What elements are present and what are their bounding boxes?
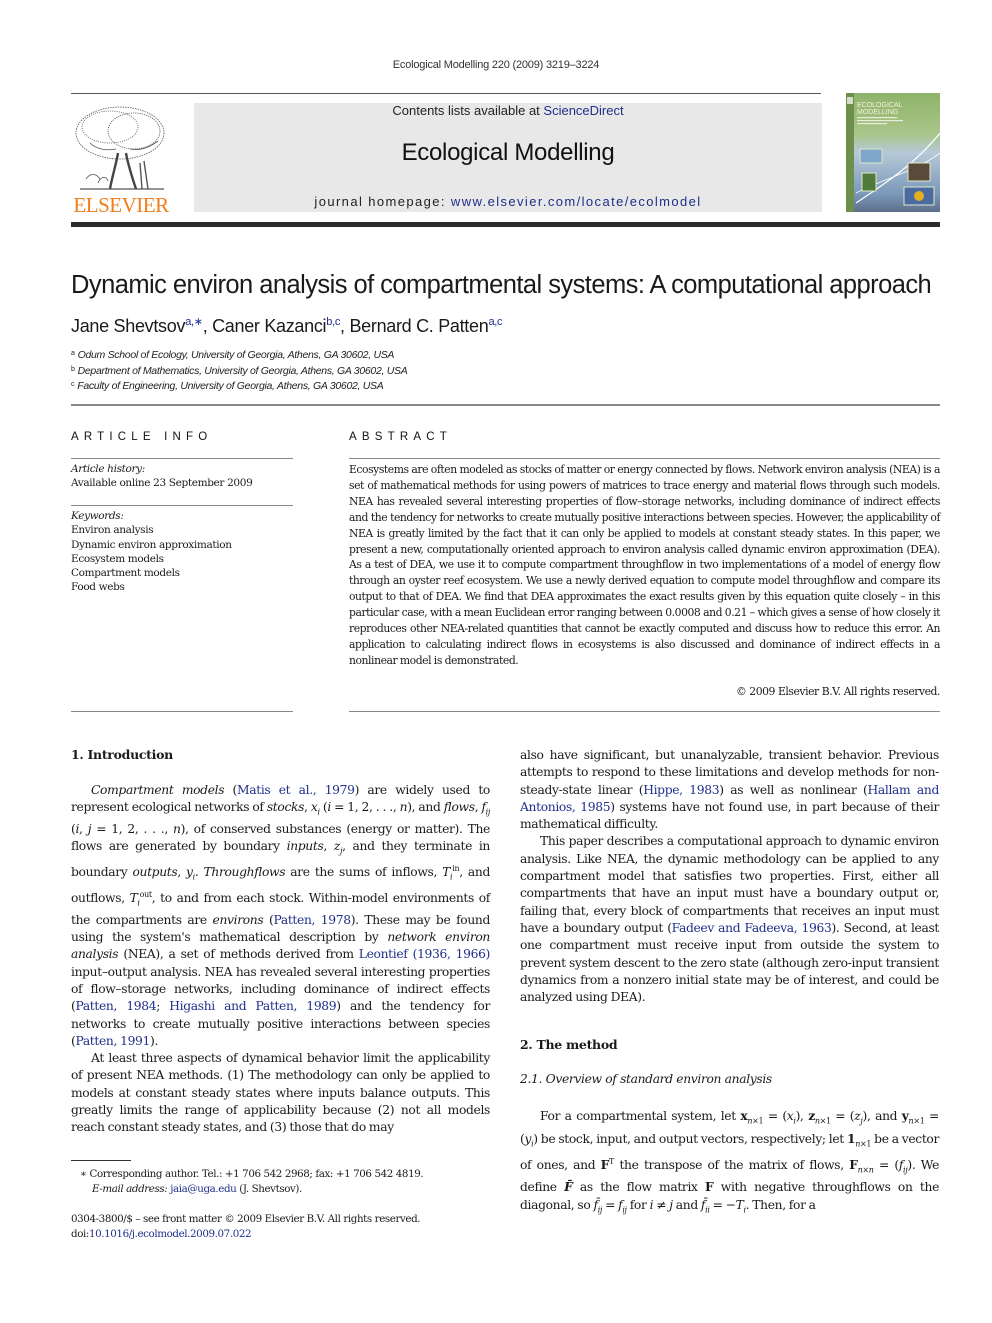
affiliation-item: b Department of Mathematics, University o…	[71, 363, 408, 379]
doi-line: doi:10.1016/j.ecolmodel.2009.07.022	[71, 1227, 420, 1242]
footnote-rule	[71, 1160, 131, 1161]
divider	[71, 711, 293, 712]
footnotes: ∗ Corresponding author. Tel.: +1 706 542…	[80, 1167, 424, 1197]
affiliation-mark: b	[71, 365, 75, 373]
citation-link[interactable]: Patten, 1991	[75, 1034, 150, 1048]
author-affiliation-marks[interactable]: a,∗	[185, 316, 203, 328]
keyword-item: Dynamic environ approximation	[71, 538, 232, 551]
article-title: Dynamic environ analysis of compartmenta…	[71, 271, 932, 299]
article-history: Article history: Available online 23 Sep…	[71, 462, 253, 491]
header-bottom-rule	[71, 222, 940, 227]
section-heading-method: 2. The method	[520, 1037, 618, 1052]
journal-header-box: Contents lists available at ScienceDirec…	[194, 103, 822, 212]
citation-link[interactable]: Hippe, 1983	[643, 783, 719, 797]
header-top-rule	[71, 93, 821, 94]
elsevier-tree-icon	[75, 106, 165, 190]
author-name: Bernard C. Patten	[349, 316, 489, 336]
affiliation-item: a Odum School of Ecology, University of G…	[71, 347, 407, 363]
issn-line: 0304-3800/$ – see front matter © 2009 El…	[71, 1213, 421, 1225]
email-line: E-mail address: jaia@uga.edu (J. Shevtso…	[80, 1182, 423, 1197]
homepage-line: journal homepage: www.elsevier.com/locat…	[194, 194, 822, 209]
divider	[349, 711, 940, 712]
body-column-right-continued: For a compartmental system, let xn×1 = (…	[520, 1107, 939, 1218]
citation-link[interactable]: Matis et al., 1979	[237, 783, 355, 797]
sciencedirect-link[interactable]: ScienceDirect	[543, 103, 623, 118]
divider	[71, 505, 293, 506]
keywords: Keywords: Environ analysis Dynamic envir…	[71, 509, 232, 595]
cover-title-2: MODELLING	[857, 109, 898, 116]
divider	[349, 458, 940, 459]
contents-line: Contents lists available at ScienceDirec…	[194, 103, 822, 118]
doi-link[interactable]: 10.1016/j.ecolmodel.2009.07.022	[89, 1228, 252, 1240]
body-column-right: also have significant, but unanalyzable,…	[520, 747, 939, 1006]
elsevier-logo[interactable]: ELSEVIER	[70, 103, 172, 217]
abstract-copyright: © 2009 Elsevier B.V. All rights reserved…	[735, 685, 940, 698]
affiliations: a Odum School of Ecology, University of G…	[71, 347, 408, 394]
author-list: Jane Shevtsova,∗, Caner Kazancib,c, Bern…	[71, 316, 503, 336]
abstract-body: Ecosystems are often modeled as stocks o…	[349, 463, 940, 667]
citation-link[interactable]: Leontief (1936, 1966)	[359, 947, 491, 961]
abstract-heading: ABSTRACT	[349, 431, 452, 443]
section-heading-introduction: 1. Introduction	[71, 747, 173, 762]
email-suffix: (J. Shevtsov).	[236, 1182, 302, 1195]
paragraph: also have significant, but unanalyzable,…	[520, 748, 939, 832]
author-name: Caner Kazanci	[212, 316, 327, 336]
affiliation-mark: a	[71, 350, 75, 357]
citation-link[interactable]: Fadeev and Fadeeva, 1963	[672, 921, 832, 935]
affiliation-mark: c	[71, 381, 75, 388]
keyword-item: Food webs	[71, 581, 125, 594]
journal-homepage-link[interactable]: www.elsevier.com/locate/ecolmodel	[451, 194, 702, 209]
cover-title-1: ECOLOGICAL	[857, 102, 903, 109]
journal-cover-thumbnail[interactable]: ECOLOGICAL MODELLING	[846, 93, 940, 212]
citation-link[interactable]: Patten, 1984	[75, 999, 156, 1013]
author-affiliation-marks[interactable]: b,c	[326, 316, 340, 328]
publisher-wordmark: ELSEVIER	[73, 193, 169, 217]
history-label: Article history:	[71, 463, 145, 475]
affiliation-text: Odum School of Ecology, University of Ge…	[77, 349, 395, 361]
keywords-label: Keywords:	[71, 510, 124, 522]
paragraph: For a compartmental system, let xn×1 = (…	[520, 1108, 940, 1215]
citation-link[interactable]: Hallam and Antonios, 1985	[520, 783, 939, 814]
citation-link[interactable]: Patten, 1978	[273, 913, 351, 927]
doi-prefix: doi:	[71, 1227, 89, 1240]
affiliation-text: Faculty of Engineering, University of Ge…	[77, 380, 384, 392]
affiliation-text: Department of Mathematics, University of…	[77, 364, 408, 377]
keyword-item: Compartment models	[71, 567, 180, 580]
history-value: Available online 23 September 2009	[71, 477, 253, 490]
author-name: Jane Shevtsov	[71, 316, 186, 336]
citation-link[interactable]: Higashi and Patten, 1989	[169, 999, 336, 1013]
title-divider	[71, 404, 940, 406]
imprint: 0304-3800/$ – see front matter © 2009 El…	[71, 1212, 421, 1242]
paragraph: Compartment models (Matis et al., 1979) …	[71, 783, 491, 1048]
author-affiliation-marks[interactable]: a,c	[488, 316, 502, 328]
paragraph: At least three aspects of dynamical beha…	[71, 1051, 490, 1135]
homepage-prefix: journal homepage:	[314, 194, 451, 209]
article-info-heading: ARTICLE INFO	[71, 431, 213, 443]
keyword-item: Ecosystem models	[71, 552, 164, 565]
running-head: Ecological Modelling 220 (2009) 3219–322…	[392, 59, 600, 71]
subsection-heading-overview: 2.1. Overview of standard environ analys…	[520, 1072, 772, 1086]
keyword-item: Environ analysis	[71, 524, 154, 537]
contents-prefix: Contents lists available at	[392, 103, 544, 118]
email-label: E-mail address:	[92, 1182, 171, 1195]
body-column-left: Compartment models (Matis et al., 1979) …	[71, 782, 490, 1137]
email-link[interactable]: jaia@uga.edu	[170, 1183, 237, 1195]
journal-name: Ecological Modelling	[401, 139, 615, 166]
corresponding-author-note: ∗ Corresponding author. Tel.: +1 706 542…	[80, 1168, 424, 1180]
affiliation-item: c Faculty of Engineering, University of G…	[71, 378, 407, 394]
paragraph: This paper describes a computational app…	[520, 834, 939, 1005]
divider	[71, 458, 293, 459]
